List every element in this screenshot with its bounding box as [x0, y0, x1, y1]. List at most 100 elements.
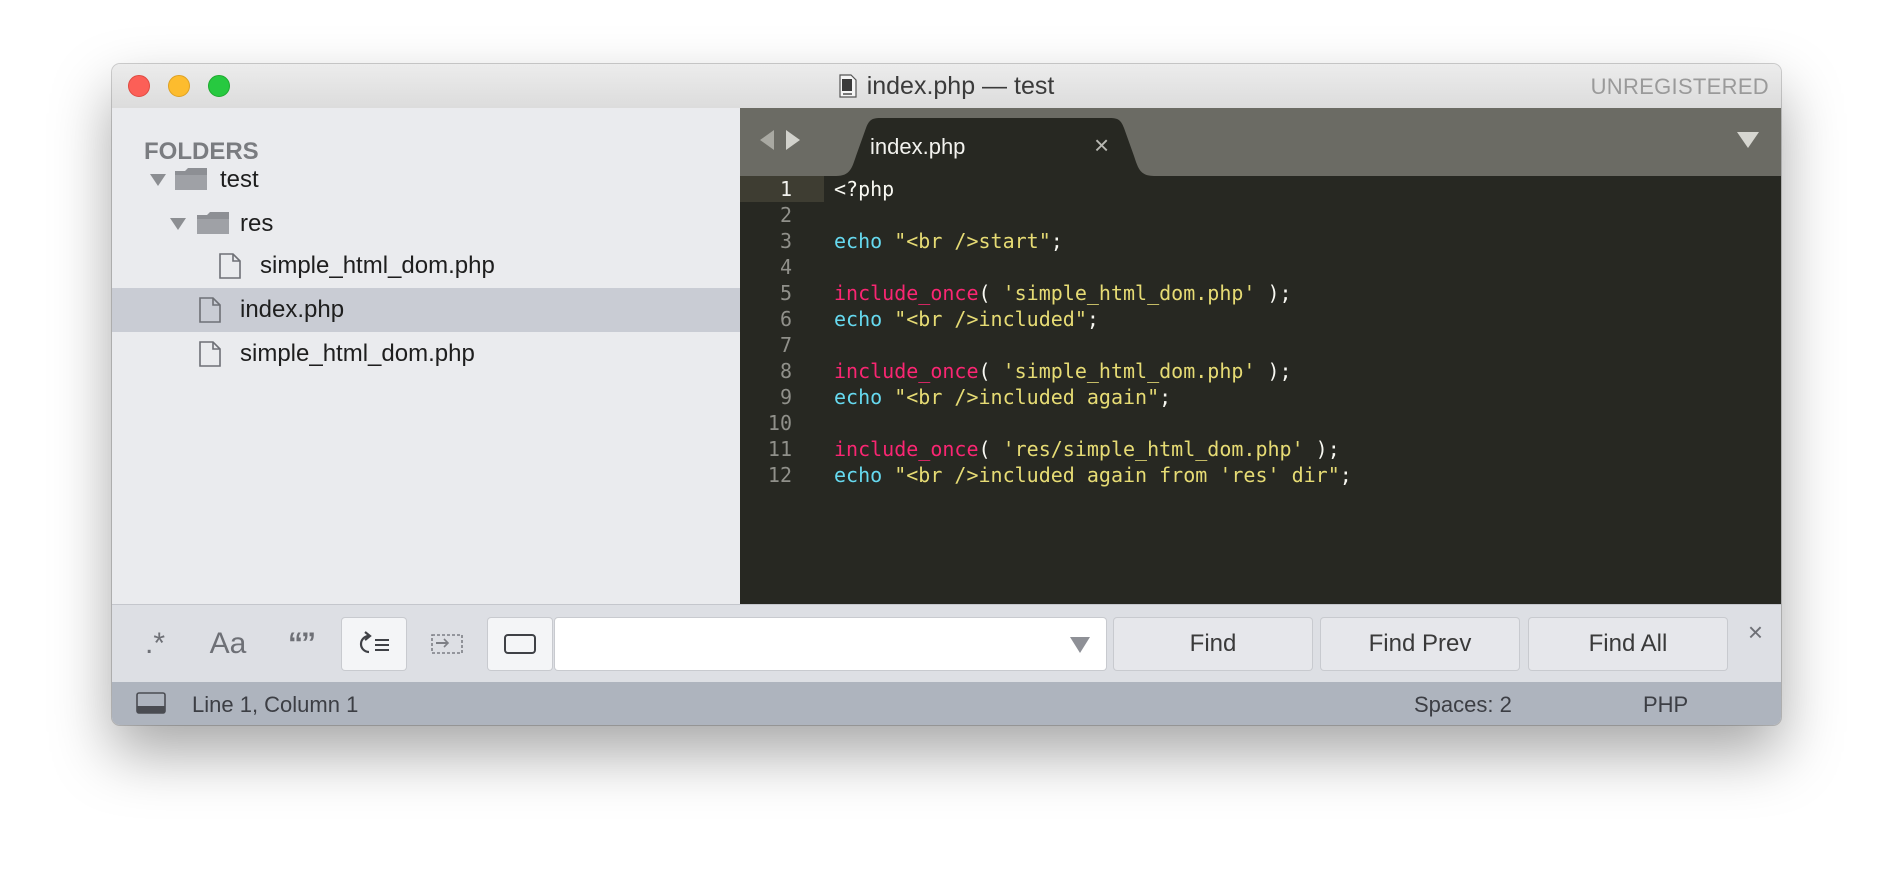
highlight-matches-toggle[interactable]: [488, 618, 552, 670]
code-token: "<br />included again from 'res' dir": [894, 463, 1340, 487]
tree-label: test: [220, 166, 259, 193]
code-token: "<br />included": [894, 307, 1087, 331]
file-icon: [219, 253, 241, 279]
code-text[interactable]: include_once( 'simple_html_dom.php' );: [834, 358, 1292, 384]
regex-icon: .*: [144, 627, 165, 660]
code-text[interactable]: echo "<br />included";: [834, 306, 1099, 332]
line-number: 8: [779, 359, 792, 383]
code-token: ;: [1159, 385, 1172, 409]
line-number: 11: [767, 437, 792, 461]
code-token: echo: [834, 307, 883, 331]
tree-label: res: [240, 210, 274, 237]
folder-open-icon: [175, 168, 207, 190]
code-line[interactable]: 8 include_once( 'simple_html_dom.php' );: [740, 358, 1781, 384]
code-text[interactable]: include_once( 'simple_html_dom.php' );: [834, 280, 1292, 306]
code-line[interactable]: 4: [740, 254, 1781, 280]
code-token: echo: [834, 463, 883, 487]
tree-folder-res[interactable]: res: [112, 202, 740, 246]
code-line[interactable]: 11 include_once( 'res/simple_html_dom.php…: [740, 436, 1781, 462]
code-token: 'simple_html_dom.php': [1002, 281, 1256, 305]
php-document-icon: [839, 74, 857, 98]
tab-list-dropdown-icon[interactable]: [1737, 132, 1759, 148]
line-number: 5: [779, 281, 792, 305]
window-title: index.php — test: [866, 71, 1055, 100]
tab-close-icon[interactable]: ×: [1094, 132, 1109, 158]
find-history-dropdown-icon[interactable]: [1070, 637, 1090, 653]
find-all-button[interactable]: Find All: [1529, 618, 1727, 670]
folder-open-icon: [197, 212, 229, 234]
line-number: 9: [779, 385, 792, 409]
line-number: 3: [779, 229, 792, 253]
code-token: "<br />included again": [894, 385, 1160, 409]
next-tab-arrow-icon[interactable]: [786, 130, 800, 150]
panel-toggle-icon[interactable]: [136, 692, 166, 714]
code-token: "<br />start": [894, 229, 1051, 253]
file-icon: [199, 341, 221, 367]
code-token: include_once: [834, 281, 979, 305]
code-token: );: [1255, 281, 1292, 305]
line-number: 4: [779, 255, 792, 279]
code-token: ;: [1050, 229, 1063, 253]
tree-file-simple-html-dom[interactable]: simple_html_dom.php: [112, 332, 740, 376]
code-line[interactable]: 5 include_once( 'simple_html_dom.php' );: [740, 280, 1781, 306]
code-line[interactable]: 3 echo "<br />start";: [740, 228, 1781, 254]
title-bar[interactable]: index.php — test UNREGISTERED: [112, 64, 1781, 109]
code-token: 'simple_html_dom.php': [1002, 359, 1256, 383]
code-token: echo: [834, 385, 883, 409]
code-line[interactable]: 6 echo "<br />included";: [740, 306, 1781, 332]
tab-index-php[interactable]: index.php ×: [836, 118, 1154, 176]
file-icon: [199, 297, 221, 323]
code-line[interactable]: 1 <?php: [740, 176, 1781, 202]
code-text[interactable]: echo "<br />start";: [834, 228, 1063, 254]
code-line[interactable]: 12 echo "<br />included again from 'res' …: [740, 462, 1781, 488]
code-token: include_once: [834, 359, 979, 383]
find-input[interactable]: [555, 618, 1106, 670]
code-line[interactable]: 2: [740, 202, 1781, 228]
status-bar: Line 1, Column 1 Spaces: 2 PHP: [112, 682, 1781, 725]
syntax-selector[interactable]: PHP: [1643, 692, 1688, 718]
wrap-icon: [359, 631, 389, 654]
code-text[interactable]: echo "<br />included again from 'res' di…: [834, 462, 1352, 488]
find-panel: .* Aa “” Find Find Prev Find All ×: [112, 604, 1781, 682]
find-panel-close-icon[interactable]: ×: [1748, 619, 1763, 645]
code-token: 'res/simple_html_dom.php': [1002, 437, 1304, 461]
code-line[interactable]: 7: [740, 332, 1781, 358]
line-number: 12: [767, 463, 792, 487]
indentation-setting[interactable]: Spaces: 2: [1414, 692, 1512, 718]
editor-window: index.php — test UNREGISTERED FOLDERS te…: [112, 64, 1781, 725]
tab-navigation: [760, 130, 800, 150]
code-area[interactable]: 1 <?php 2 3 echo "<br />start"; 4 5 include_onc…: [740, 176, 1781, 488]
wrap-toggle[interactable]: [342, 618, 406, 670]
cursor-position[interactable]: Line 1, Column 1: [192, 692, 358, 718]
code-line[interactable]: 10: [740, 410, 1781, 436]
code-token: ;: [1339, 463, 1352, 487]
code-token: <?php: [834, 177, 895, 201]
tree-label: simple_html_dom.php: [260, 252, 495, 279]
case-sensitive-toggle[interactable]: Aa: [196, 618, 260, 670]
find-button[interactable]: Find: [1114, 618, 1312, 670]
code-text[interactable]: <?php: [834, 176, 894, 202]
disclosure-expanded-icon[interactable]: [150, 174, 166, 186]
in-selection-toggle[interactable]: [415, 618, 479, 670]
code-token: ;: [1086, 307, 1099, 331]
code-text[interactable]: echo "<br />included again";: [834, 384, 1171, 410]
code-text[interactable]: include_once( 'res/simple_html_dom.php' …: [834, 436, 1340, 462]
disclosure-expanded-icon[interactable]: [170, 218, 186, 230]
code-line[interactable]: 9 echo "<br />included again";: [740, 384, 1781, 410]
editor-pane[interactable]: index.php × 1 <?php 2 3 echo "<br />start"; 4…: [740, 108, 1781, 604]
find-prev-button[interactable]: Find Prev: [1321, 618, 1519, 670]
tree-folder-test[interactable]: test: [112, 158, 740, 202]
in-selection-icon: [431, 634, 463, 654]
line-number: 7: [779, 333, 792, 357]
previous-tab-arrow-icon[interactable]: [760, 130, 774, 150]
code-token: include_once: [834, 437, 979, 461]
code-token: (: [978, 281, 1003, 305]
tree-file-index[interactable]: index.php: [112, 288, 740, 332]
whole-word-toggle[interactable]: “”: [269, 618, 333, 670]
line-number: 6: [779, 307, 792, 331]
tree-file-res-simple-html-dom[interactable]: simple_html_dom.php: [112, 244, 740, 288]
regex-toggle[interactable]: .*: [123, 618, 187, 670]
